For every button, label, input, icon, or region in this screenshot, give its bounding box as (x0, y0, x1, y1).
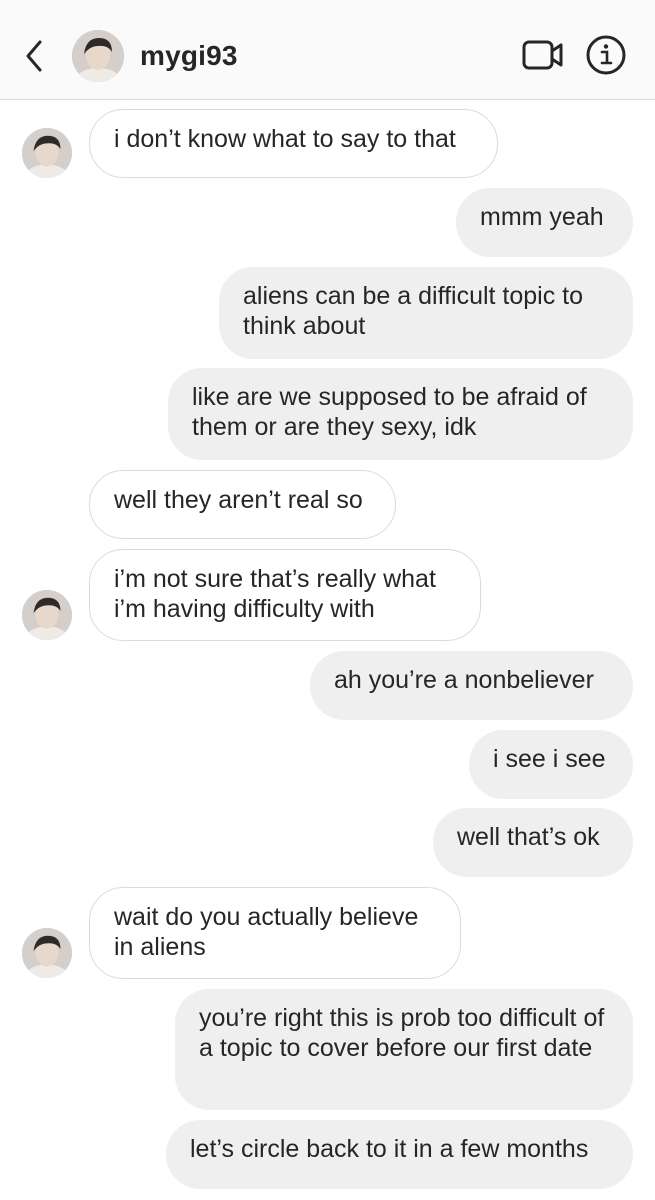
avatar[interactable] (72, 30, 124, 82)
profile-photo (22, 590, 72, 640)
message-bubble-sent[interactable]: let’s circle back to it in a few months (166, 1120, 633, 1189)
profile-photo (22, 928, 72, 978)
message-bubble-sent[interactable]: like are we supposed to be afraid of the… (168, 368, 633, 460)
message-bubble-received[interactable]: i don’t know what to say to that (89, 109, 498, 178)
message-bubble-sent[interactable]: i see i see (469, 730, 633, 799)
message-bubble-sent[interactable]: well that’s ok (433, 808, 633, 877)
avatar[interactable] (22, 128, 72, 178)
video-camera-icon (522, 40, 563, 70)
video-call-button[interactable] (521, 38, 565, 72)
message-bubble-sent[interactable]: ah you’re a nonbeliever (310, 651, 633, 720)
message-bubble-received[interactable]: wait do you actually believe in aliens (89, 887, 461, 979)
info-icon (586, 35, 626, 75)
avatar[interactable] (22, 928, 72, 978)
chevron-left-icon (26, 40, 42, 72)
message-bubble-sent[interactable]: aliens can be a difficult topic to think… (219, 267, 633, 359)
message-bubble-received[interactable]: well they aren’t real so (89, 470, 396, 539)
back-button[interactable] (20, 34, 50, 78)
profile-photo (72, 30, 124, 82)
profile-photo (22, 128, 72, 178)
avatar[interactable] (22, 590, 72, 640)
message-bubble-sent[interactable]: you’re right this is prob too difficult … (175, 989, 633, 1110)
chat-header: mygi93 (0, 0, 655, 100)
message-bubble-received[interactable]: i’m not sure that’s really what i’m havi… (89, 549, 481, 641)
info-button[interactable] (585, 34, 627, 76)
message-bubble-sent[interactable]: mmm yeah (456, 188, 633, 257)
username[interactable]: mygi93 (140, 40, 238, 72)
